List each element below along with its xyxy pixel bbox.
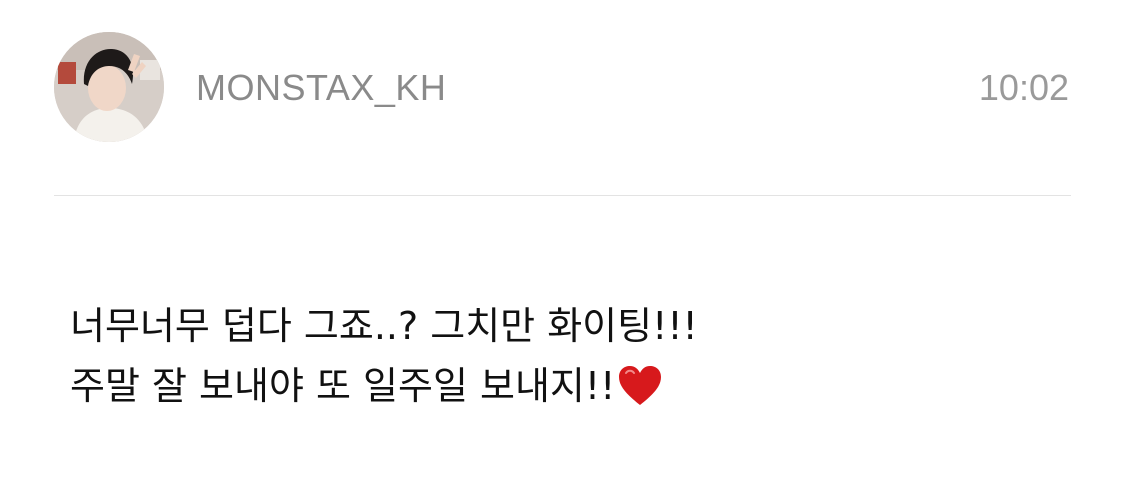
message-body: 너무너무 덥다 그죠..? 그치만 화이팅!!! 주말 잘 보내야 또 일주일 … [70, 296, 1070, 424]
profile-photo-icon [54, 32, 164, 142]
message-time: 10:02 [978, 67, 1069, 108]
divider [54, 195, 1071, 196]
avatar[interactable] [54, 32, 164, 142]
message-line: 너무너무 덥다 그죠..? 그치만 화이팅!!! [70, 296, 1070, 356]
message-line-text: 너무너무 덥다 그죠..? 그치만 화이팅!!! [70, 304, 698, 348]
message-line-text: 주말 잘 보내야 또 일주일 보내지!! [70, 364, 616, 408]
message-line: 주말 잘 보내야 또 일주일 보내지!! [70, 356, 1070, 424]
message-header: MONSTAX_KH 10:02 [0, 0, 1125, 196]
heart-icon [617, 364, 663, 424]
sender-name: MONSTAX_KH [196, 67, 447, 108]
